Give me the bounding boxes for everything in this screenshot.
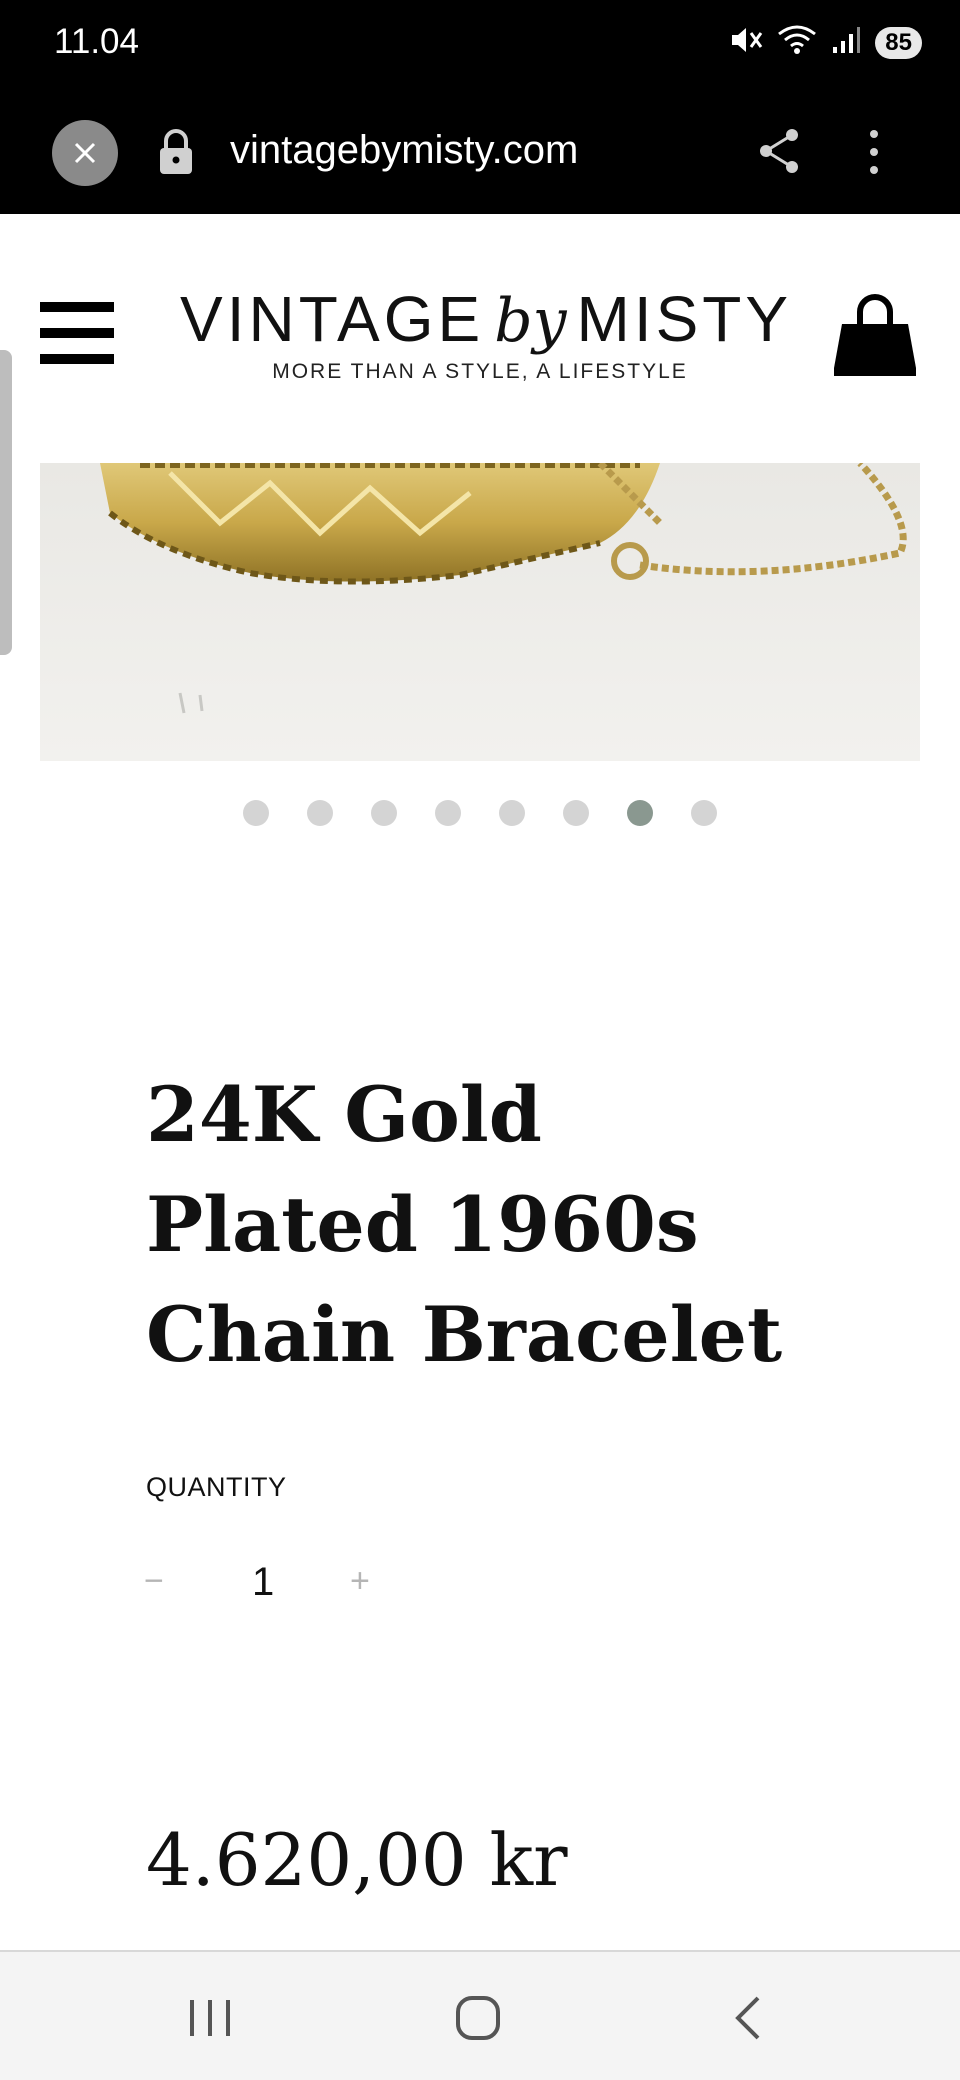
close-icon — [74, 142, 96, 164]
close-tab-button[interactable] — [52, 120, 118, 186]
share-icon[interactable] — [756, 126, 802, 181]
status-time: 11.04 — [54, 22, 139, 61]
home-icon[interactable] — [454, 1994, 502, 2047]
gallery-pagination — [0, 800, 960, 826]
status-icons: 85 — [729, 24, 922, 61]
gallery-dot[interactable] — [435, 800, 461, 826]
recents-icon[interactable] — [188, 1996, 232, 2045]
gallery-dot[interactable] — [307, 800, 333, 826]
site-logo[interactable]: VINTAGE by MISTY MORE THAN A STYLE, A LIFE… — [180, 282, 788, 384]
product-price: 4.620,00 kr — [146, 1818, 568, 1902]
battery-icon: 85 — [875, 26, 922, 59]
product-image[interactable] — [40, 463, 920, 761]
signal-icon — [831, 25, 861, 60]
quantity-increase-button[interactable]: + — [350, 1562, 370, 1601]
quantity-input[interactable]: 1 — [252, 1560, 274, 1605]
url-text[interactable]: vintagebymisty.com — [230, 128, 578, 173]
quantity-decrease-button[interactable]: − — [144, 1562, 164, 1601]
logo-tagline: MORE THAN A STYLE, A LIFESTYLE — [272, 360, 688, 383]
product-title: 24K Gold Plated 1960s Chain Bracelet — [146, 1070, 783, 1379]
status-bar: 11.04 85 — [0, 0, 960, 90]
logo-right: MISTY — [576, 283, 793, 355]
gallery-dot-active[interactable] — [627, 800, 653, 826]
wifi-icon — [777, 24, 817, 61]
gallery-dot[interactable] — [691, 800, 717, 826]
gallery-dot[interactable] — [563, 800, 589, 826]
gallery-dot[interactable] — [499, 800, 525, 826]
gallery-dot[interactable] — [243, 800, 269, 826]
more-options-icon[interactable] — [862, 126, 886, 183]
scroll-handle[interactable] — [0, 350, 12, 655]
menu-icon[interactable] — [40, 300, 114, 371]
system-nav-bar — [0, 1950, 960, 2080]
gallery-dot[interactable] — [371, 800, 397, 826]
back-icon[interactable] — [730, 1994, 766, 2047]
lock-icon[interactable] — [156, 128, 196, 181]
bracelet-photo — [40, 463, 920, 761]
logo-left: VINTAGE — [180, 283, 485, 355]
cart-bag-icon[interactable] — [830, 290, 920, 383]
mute-icon — [729, 25, 763, 60]
quantity-label: QUANTITY — [146, 1472, 287, 1502]
logo-wordmark: VINTAGE by MISTY — [180, 282, 788, 356]
browser-toolbar: vintagebymisty.com — [0, 90, 960, 214]
logo-by: by — [494, 286, 567, 356]
